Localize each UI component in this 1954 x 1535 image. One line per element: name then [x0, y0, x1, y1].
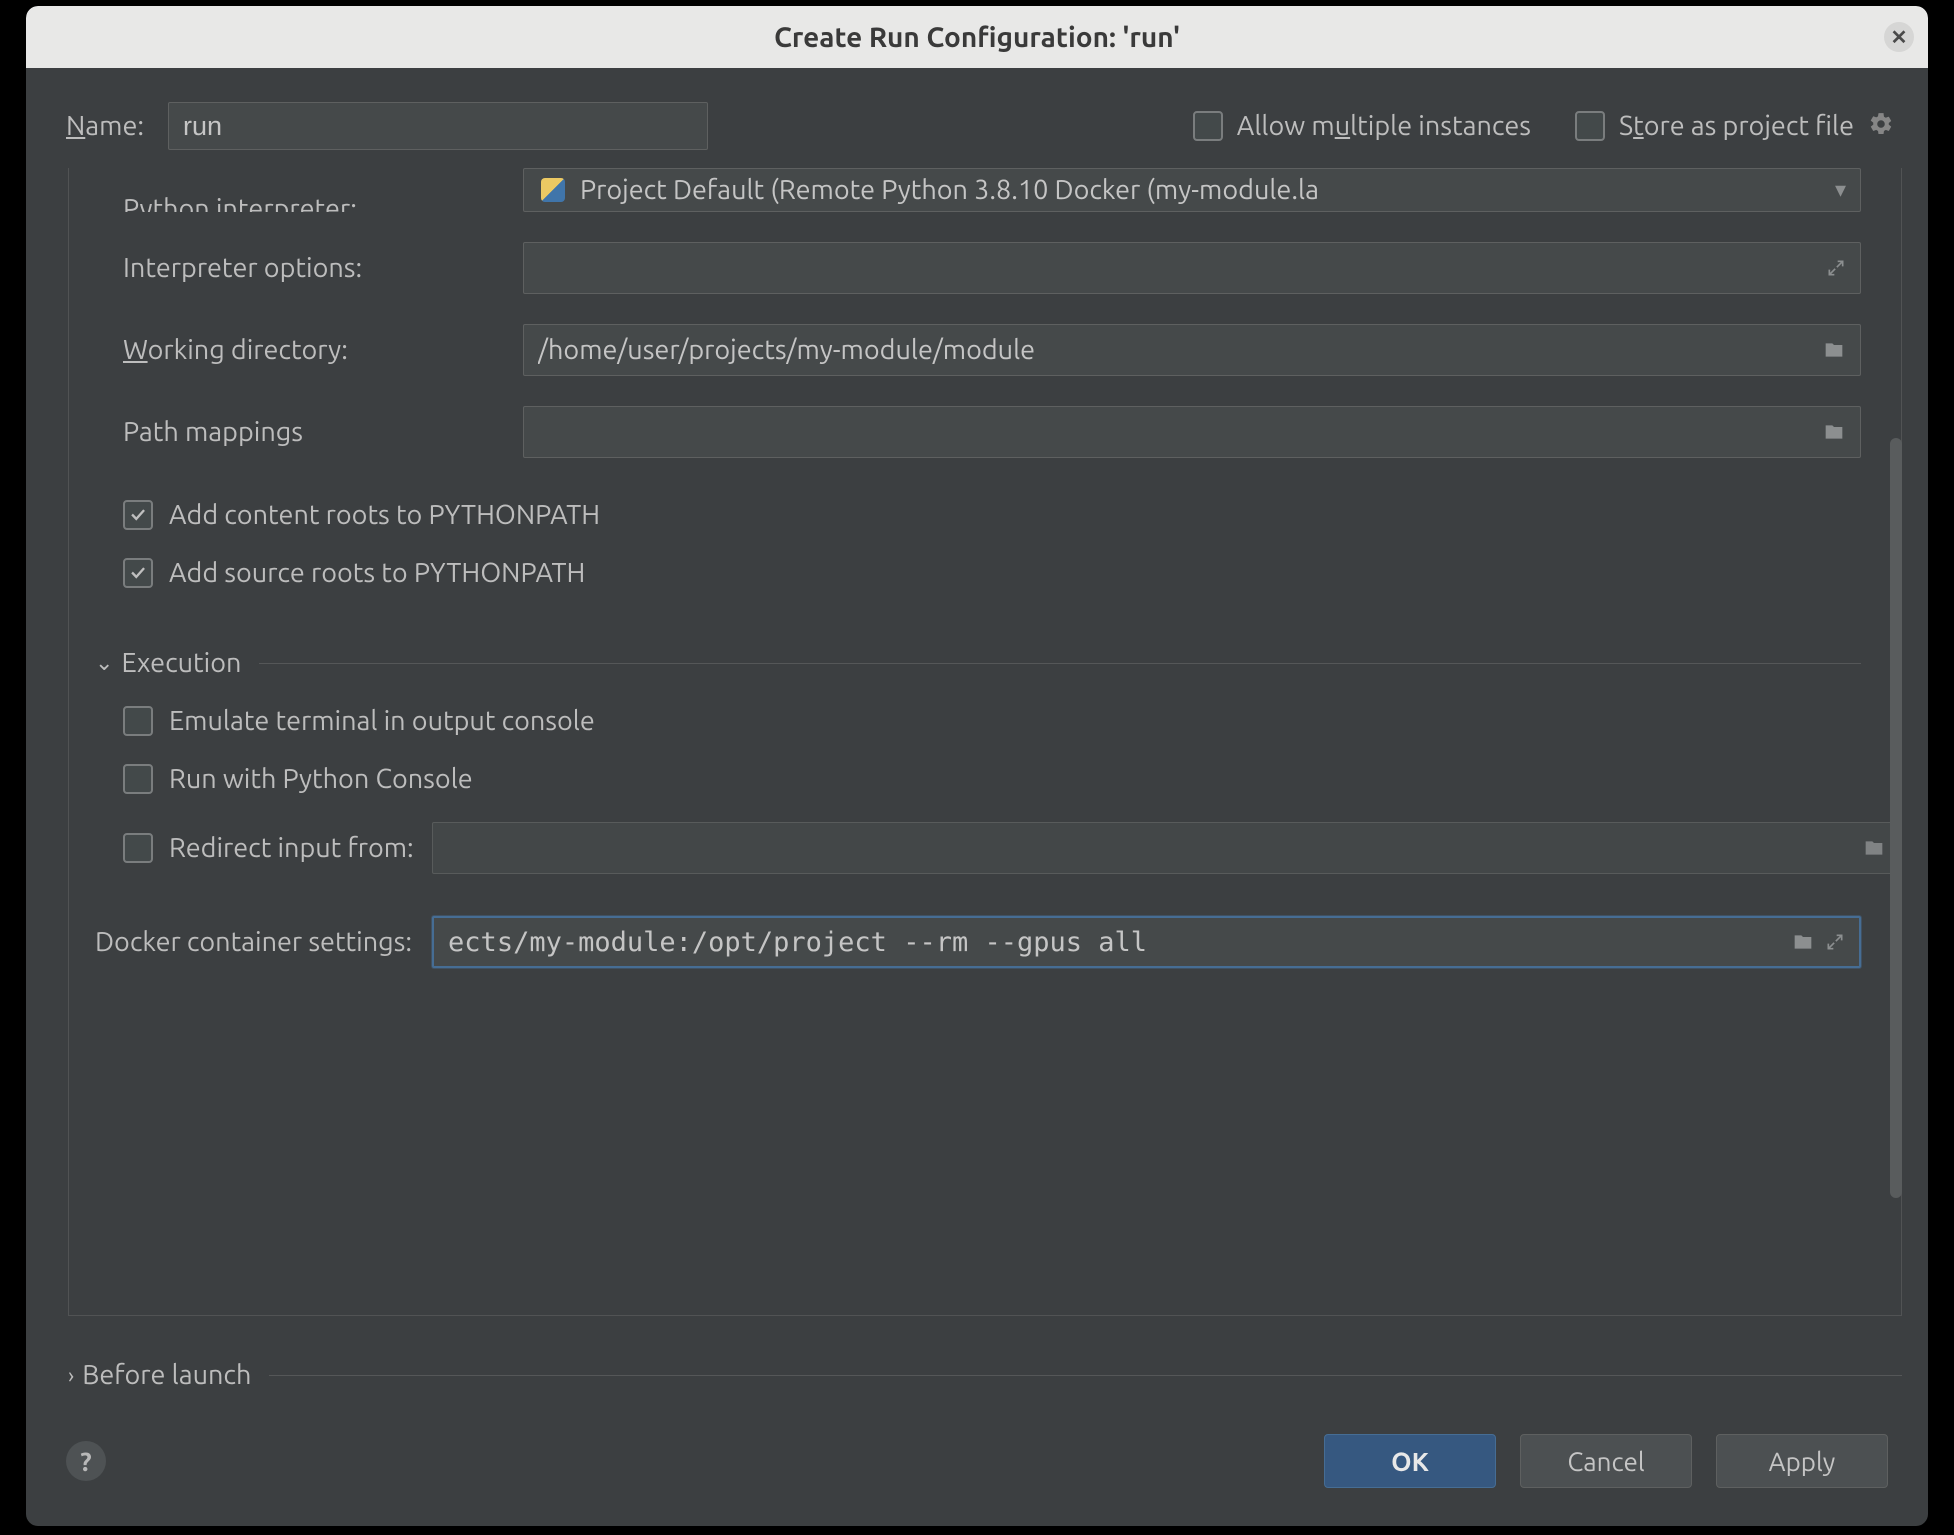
configuration-body: Python interpreter: Project Default (Rem… — [52, 168, 1902, 1316]
help-button[interactable]: ? — [66, 1441, 106, 1481]
name-input[interactable] — [168, 102, 708, 150]
folder-icon[interactable] — [1862, 838, 1886, 858]
apply-button[interactable]: Apply — [1716, 1434, 1888, 1488]
allow-multiple-checkbox[interactable] — [1193, 111, 1223, 141]
emulate-terminal-checkbox[interactable] — [123, 706, 153, 736]
allow-multiple-group: Allow multiple instances — [1193, 111, 1531, 141]
name-label: Name: — [66, 111, 144, 141]
emulate-terminal-row: Emulate terminal in output console — [123, 706, 1901, 736]
chevron-down-icon: ▾ — [1835, 177, 1846, 203]
python-interpreter-value: Project Default (Remote Python 3.8.10 Do… — [580, 175, 1825, 205]
source-roots-label: Add source roots to PYTHONPATH — [169, 558, 585, 588]
python-console-label: Run with Python Console — [169, 764, 473, 794]
docker-settings-row: Docker container settings: ects/my-modul… — [69, 916, 1901, 968]
expand-icon[interactable] — [1825, 932, 1845, 952]
configuration-panel: Python interpreter: Project Default (Rem… — [68, 168, 1902, 1316]
close-icon: ✕ — [1891, 25, 1908, 49]
help-icon: ? — [80, 1447, 91, 1476]
python-icon — [538, 178, 568, 202]
path-mappings-row: Path mappings — [123, 406, 1861, 458]
store-project-group: Store as project file — [1575, 111, 1854, 141]
redirect-input-row: Redirect input from: — [123, 822, 1901, 874]
redirect-input-field[interactable] — [432, 822, 1901, 874]
python-console-row: Run with Python Console — [123, 764, 1901, 794]
ok-button[interactable]: OK — [1324, 1434, 1496, 1488]
working-directory-input[interactable]: /home/user/projects/my-module/module — [523, 324, 1861, 376]
dialog-button-row: ? OK Cancel Apply — [26, 1390, 1928, 1526]
redirect-input-checkbox[interactable] — [123, 833, 153, 863]
allow-multiple-label: Allow multiple instances — [1237, 111, 1531, 141]
working-directory-row: Working directory: /home/user/projects/m… — [123, 324, 1861, 376]
titlebar: Create Run Configuration: 'run' ✕ — [26, 6, 1928, 68]
ok-label: OK — [1391, 1447, 1429, 1476]
before-launch-title: Before launch — [82, 1360, 251, 1390]
path-mappings-input[interactable] — [523, 406, 1861, 458]
folder-icon[interactable] — [1822, 422, 1846, 442]
interpreter-options-row: Interpreter options: — [123, 242, 1861, 294]
python-interpreter-label: Python interpreter: — [123, 194, 523, 212]
name-row: Name: Allow multiple instances Store as … — [26, 68, 1928, 168]
chevron-down-icon[interactable]: ⌄ — [95, 650, 113, 676]
emulate-terminal-label: Emulate terminal in output console — [169, 706, 595, 736]
divider — [269, 1375, 1902, 1376]
working-directory-value: /home/user/projects/my-module/module — [538, 335, 1812, 365]
source-roots-row: Add source roots to PYTHONPATH — [69, 558, 1901, 588]
run-config-dialog: Create Run Configuration: 'run' ✕ Name: … — [26, 6, 1928, 1526]
dialog-title: Create Run Configuration: 'run' — [774, 22, 1180, 53]
interpreter-options-input[interactable] — [523, 242, 1861, 294]
chevron-right-icon[interactable]: › — [68, 1363, 74, 1388]
expand-icon[interactable] — [1826, 258, 1846, 278]
content-roots-row: Add content roots to PYTHONPATH — [69, 500, 1901, 530]
interpreter-options-label: Interpreter options: — [123, 253, 523, 283]
execution-section-header: ⌄ Execution — [69, 648, 1901, 678]
close-button[interactable]: ✕ — [1884, 22, 1914, 52]
store-project-label: Store as project file — [1619, 111, 1854, 141]
folder-icon[interactable] — [1822, 340, 1846, 360]
store-project-checkbox[interactable] — [1575, 111, 1605, 141]
python-console-checkbox[interactable] — [123, 764, 153, 794]
docker-settings-value: ects/my-module:/opt/project --rm --gpus … — [448, 927, 1781, 958]
gear-icon[interactable] — [1868, 111, 1894, 142]
vertical-scrollbar[interactable] — [1890, 438, 1902, 1198]
docker-settings-label: Docker container settings: — [95, 927, 412, 957]
python-interpreter-row: Python interpreter: Project Default (Rem… — [123, 168, 1861, 212]
before-launch-section-header: › Before launch — [68, 1360, 1902, 1390]
folder-icon[interactable] — [1791, 932, 1815, 952]
working-directory-label: Working directory: — [123, 335, 523, 365]
execution-section-title: Execution — [121, 648, 241, 678]
cancel-label: Cancel — [1567, 1447, 1644, 1476]
path-mappings-label: Path mappings — [123, 417, 523, 447]
content-roots-label: Add content roots to PYTHONPATH — [169, 500, 600, 530]
docker-settings-input[interactable]: ects/my-module:/opt/project --rm --gpus … — [432, 916, 1861, 968]
divider — [259, 663, 1861, 664]
content-roots-checkbox[interactable] — [123, 500, 153, 530]
cancel-button[interactable]: Cancel — [1520, 1434, 1692, 1488]
redirect-input-label: Redirect input from: — [169, 833, 414, 863]
apply-label: Apply — [1769, 1447, 1836, 1476]
source-roots-checkbox[interactable] — [123, 558, 153, 588]
python-interpreter-dropdown[interactable]: Project Default (Remote Python 3.8.10 Do… — [523, 168, 1861, 212]
